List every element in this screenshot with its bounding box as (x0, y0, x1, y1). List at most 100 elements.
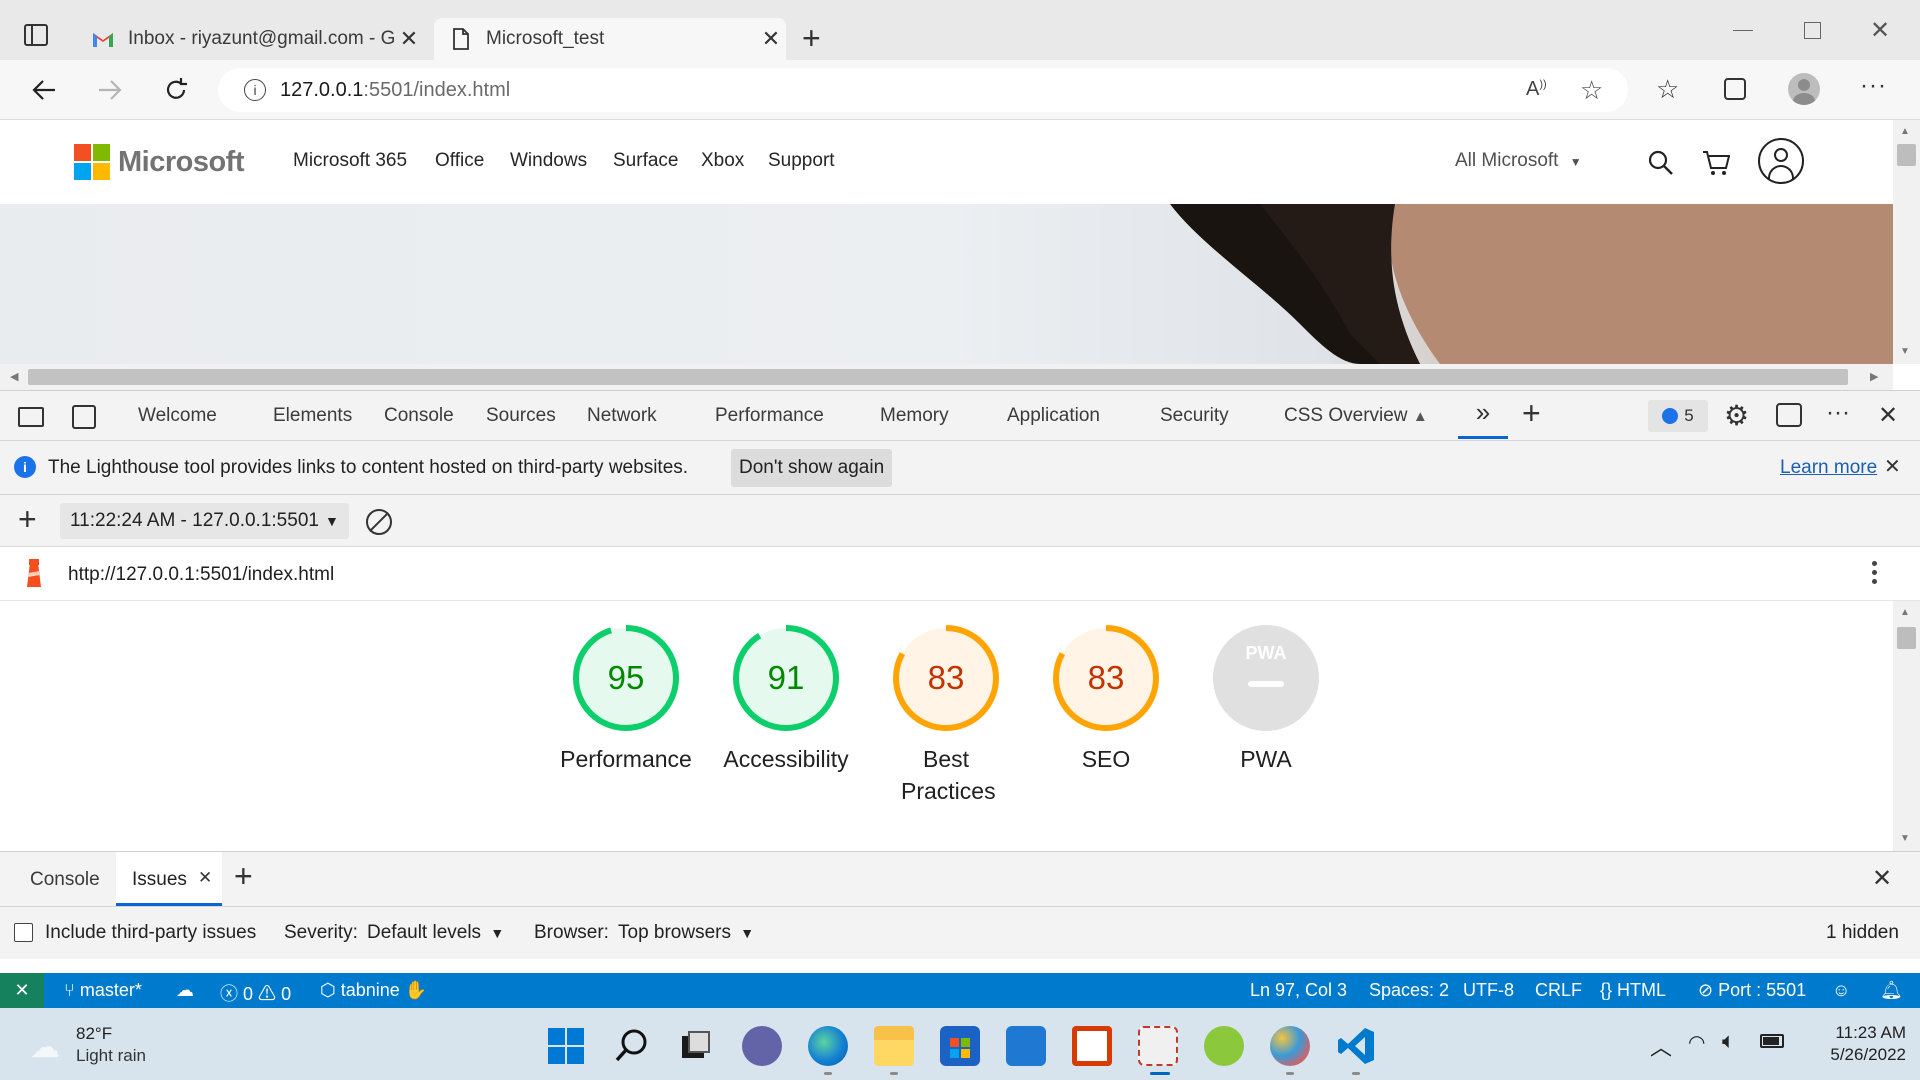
clear-reports-icon[interactable] (366, 509, 392, 535)
nav-support[interactable]: Support (768, 150, 835, 172)
maximize-button[interactable] (1804, 22, 1821, 39)
remote-indicator[interactable]: ✕ (0, 973, 44, 1008)
chevron-up-icon[interactable]: ︿ (1650, 1030, 1672, 1062)
search-icon[interactable] (612, 1026, 652, 1066)
cart-icon[interactable] (1702, 150, 1731, 181)
devtools-tab-sources[interactable]: Sources (486, 405, 556, 427)
page-horizontal-scrollbar[interactable]: ◀ ▶ (0, 364, 1893, 390)
new-report-button[interactable]: + (18, 501, 37, 538)
language-mode[interactable]: {} HTML (1600, 980, 1666, 1001)
devtools-tab-performance[interactable]: Performance (715, 405, 824, 427)
volume-icon[interactable]: 🔈︎ (1722, 1028, 1735, 1054)
close-info-icon[interactable]: ✕ (1884, 454, 1901, 479)
account-icon[interactable] (1758, 138, 1804, 184)
score-gauge-pwa[interactable]: PWA PWA (1186, 623, 1346, 775)
customize-icon[interactable] (1776, 403, 1802, 427)
vscode-icon[interactable] (1336, 1026, 1376, 1066)
tab-actions-icon[interactable] (24, 24, 48, 46)
battery-icon[interactable] (1760, 1034, 1784, 1048)
drawer-tab-console[interactable]: Console (30, 869, 100, 891)
devtools-tab-memory[interactable]: Memory (880, 405, 949, 427)
start-icon[interactable] (546, 1026, 586, 1066)
close-devtools-icon[interactable]: ✕ (1878, 401, 1898, 430)
nav-surface[interactable]: Surface (613, 150, 678, 172)
nav-microsoft-365[interactable]: Microsoft 365 (293, 150, 407, 172)
favorites-icon[interactable]: ☆ (1656, 74, 1679, 105)
microsoft-brand[interactable]: Microsoft (118, 146, 245, 179)
clock[interactable]: 11:23 AM 5/26/2022 (1806, 1022, 1906, 1066)
minimize-button[interactable] (1733, 30, 1753, 31)
device-emulation-icon[interactable] (72, 405, 96, 429)
devtools-tab-security[interactable]: Security (1160, 405, 1229, 427)
line-endings[interactable]: CRLF (1535, 980, 1582, 1001)
refresh-button[interactable] (158, 72, 194, 108)
cursor-position[interactable]: Ln 97, Col 3 (1250, 980, 1347, 1001)
devtools-tab-css-overview[interactable]: CSS Overview ▲ (1284, 405, 1428, 427)
dont-show-again-button[interactable]: Don't show again (731, 449, 893, 487)
collections-icon[interactable] (1724, 78, 1746, 100)
close-window-button[interactable]: ✕ (1870, 16, 1890, 45)
back-button[interactable] (26, 72, 62, 108)
devtools-tab-network[interactable]: Network (587, 405, 657, 427)
report-select[interactable]: 11:22:24 AM - 127.0.0.1:5501 ▼ (60, 503, 349, 539)
weather-widget[interactable]: ☁ 82°F Light rain (30, 1022, 190, 1068)
devtools-tab-welcome[interactable]: Welcome (138, 405, 217, 427)
browser-select[interactable]: Top browsers ▼ (618, 922, 754, 944)
office-icon[interactable] (1072, 1026, 1112, 1066)
search-icon[interactable] (1648, 150, 1674, 181)
xbox-app-icon[interactable] (1204, 1026, 1244, 1066)
third-party-checkbox[interactable] (14, 923, 33, 942)
nav-xbox[interactable]: Xbox (701, 150, 744, 172)
score-gauge-performance[interactable]: 95 Performance (546, 623, 706, 775)
page-vertical-scrollbar[interactable]: ▲ ▼ (1893, 120, 1920, 364)
nav-windows[interactable]: Windows (510, 150, 587, 172)
settings-more-icon[interactable]: ··· (1860, 72, 1887, 100)
sync-icon[interactable]: ☁ (176, 980, 194, 1001)
nav-office[interactable]: Office (435, 150, 484, 172)
devtools-tab-application[interactable]: Application (1007, 405, 1100, 427)
paint-icon[interactable] (1270, 1026, 1310, 1066)
severity-select[interactable]: Default levels ▼ (367, 922, 504, 944)
all-microsoft-menu[interactable]: All Microsoft ▼ (1455, 150, 1582, 172)
browser-tab-microsoft-test[interactable]: Microsoft_test ✕ (434, 18, 786, 60)
mail-icon[interactable] (1006, 1026, 1046, 1066)
score-gauge-best-practices[interactable]: 83 Best Practices (866, 623, 1026, 807)
indentation[interactable]: Spaces: 2 (1369, 980, 1449, 1001)
git-branch[interactable]: ⑂ master* (64, 980, 142, 1001)
close-drawer-icon[interactable]: ✕ (1872, 864, 1892, 893)
task-view-icon[interactable] (676, 1026, 716, 1066)
add-favorite-icon[interactable]: ☆ (1580, 75, 1603, 106)
devtools-tab-elements[interactable]: Elements (273, 405, 352, 427)
score-gauge-seo[interactable]: 83 SEO (1026, 623, 1186, 775)
microsoft-logo-icon[interactable] (74, 144, 110, 180)
add-tab-button[interactable]: + (1522, 395, 1541, 432)
microsoft-store-icon[interactable] (940, 1026, 980, 1066)
devtools-more-icon[interactable]: ··· (1826, 399, 1850, 427)
teams-chat-icon[interactable] (742, 1026, 782, 1066)
url-field[interactable]: i 127.0.0.1:5501/index.html A)) ☆ (218, 68, 1628, 112)
drawer-tab-issues[interactable]: Issues ✕ (116, 852, 222, 906)
site-info-icon[interactable]: i (244, 79, 266, 101)
more-tabs-button[interactable]: » (1458, 397, 1508, 439)
report-menu-icon[interactable] (1870, 557, 1878, 589)
read-aloud-icon[interactable]: A)) (1526, 78, 1547, 101)
edge-icon[interactable] (808, 1026, 848, 1066)
encoding[interactable]: UTF-8 (1463, 980, 1514, 1001)
notifications-icon[interactable]: 🔔︎ (1880, 980, 1903, 1001)
file-explorer-icon[interactable] (874, 1026, 914, 1066)
feedback-icon[interactable]: ☺ (1832, 980, 1850, 1001)
report-url[interactable]: http://127.0.0.1:5501/index.html (68, 564, 334, 586)
forward-button[interactable] (92, 72, 128, 108)
add-drawer-tab-button[interactable]: + (234, 858, 253, 895)
close-tab-icon[interactable]: ✕ (394, 26, 424, 52)
issues-counter[interactable]: 5 (1648, 400, 1708, 432)
learn-more-link[interactable]: Learn more (1780, 457, 1877, 479)
tabnine-indicator[interactable]: ⬡ tabnine ✋ (320, 980, 427, 1001)
devtools-tab-console[interactable]: Console (384, 405, 454, 427)
report-vertical-scrollbar[interactable]: ▲ ▼ (1893, 601, 1920, 851)
score-gauge-accessibility[interactable]: 91 Accessibility (706, 623, 866, 775)
wifi-icon[interactable]: ◠ (1688, 1030, 1705, 1055)
gear-icon[interactable]: ⚙ (1724, 399, 1749, 432)
browser-tab-gmail[interactable]: Inbox - riyazunt@gmail.com - Gmail ✕ (76, 18, 424, 60)
inspect-element-icon[interactable] (18, 407, 44, 427)
